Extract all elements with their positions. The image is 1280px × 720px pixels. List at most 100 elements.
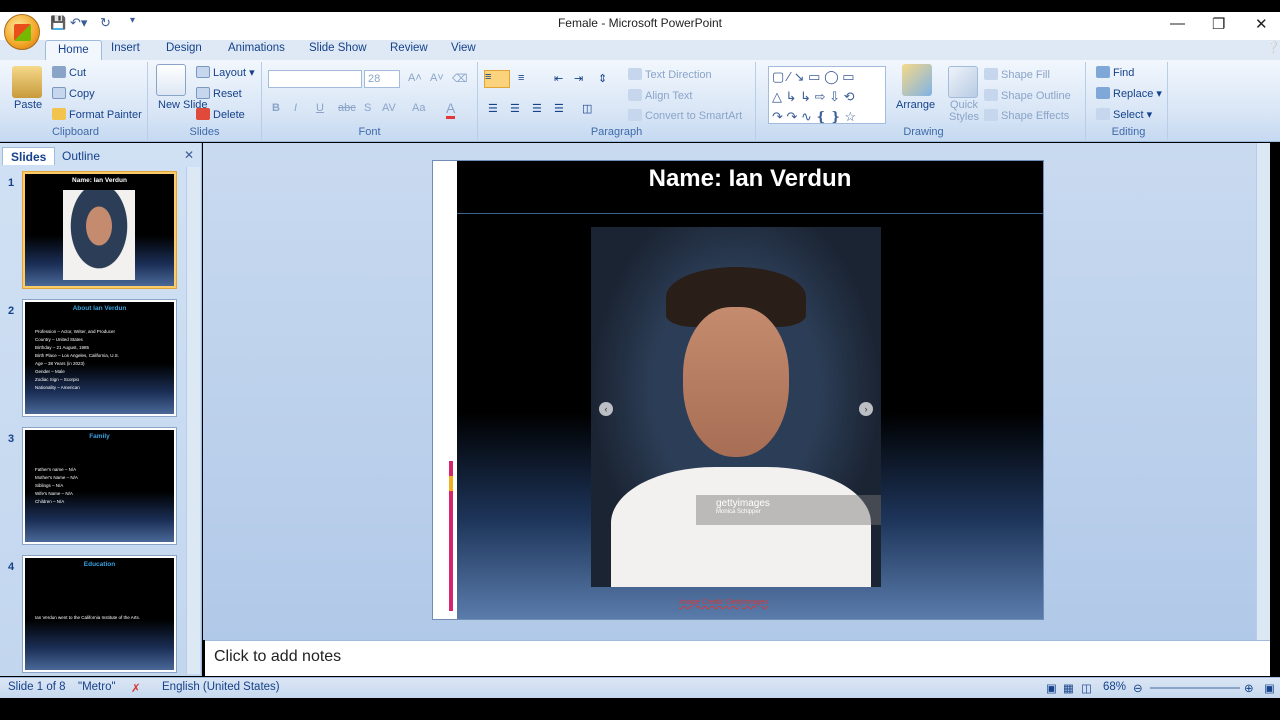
slide-thumbnail-4[interactable]: Education Ian Verdun went to the Califor… [22, 555, 177, 673]
format-painter-button[interactable]: Format Painter [52, 108, 142, 121]
align-left-button[interactable]: ☰ [488, 102, 498, 115]
align-text-button[interactable]: Align Text [628, 89, 693, 102]
select-button[interactable]: Select ▾ [1096, 108, 1152, 121]
zoom-in-icon[interactable]: ⊕ [1244, 681, 1254, 695]
bold-button[interactable]: B [272, 102, 280, 114]
layout-button[interactable]: Layout ▾ [196, 66, 255, 79]
ribbon-tabs: Home Insert Design Animations Slide Show… [0, 40, 1280, 61]
office-logo-icon [14, 24, 31, 41]
decrease-indent-button[interactable]: ⇤ [554, 72, 563, 85]
clear-formatting-icon[interactable]: ⌫ [452, 72, 468, 85]
normal-view-icon[interactable]: ▣ [1046, 681, 1057, 695]
slides-group: New Slide Layout ▾ Reset Delete Slides [148, 62, 262, 140]
text-direction-button[interactable]: Text Direction [628, 68, 712, 81]
format-painter-label: Format Painter [69, 109, 142, 121]
close-pane-icon[interactable]: ✕ [184, 148, 194, 162]
paste-button[interactable]: Paste [14, 99, 42, 111]
language[interactable]: English (United States) [162, 681, 280, 693]
slide-position: Slide 1 of 8 [8, 681, 66, 693]
shape-effects-button[interactable]: Shape Effects [984, 109, 1069, 122]
slide-sorter-icon[interactable]: ▦ [1063, 681, 1074, 695]
font-size-field[interactable]: 28 [364, 70, 400, 88]
paste-icon [12, 66, 42, 98]
font-color-button[interactable]: A [446, 100, 456, 119]
grow-font-icon[interactable]: A˄ [408, 72, 422, 84]
find-label: Find [1113, 67, 1135, 79]
italic-button[interactable]: I [294, 102, 297, 114]
slide-thumbnail-2[interactable]: About Ian Verdun Profession – Actor, Wri… [22, 299, 177, 417]
shape-fill-button[interactable]: Shape Fill [984, 68, 1050, 81]
columns-button[interactable]: ◫ [582, 102, 592, 115]
slide-thumbnail-3[interactable]: Family Father's name – N/A Mother's Name… [22, 427, 177, 545]
zoom-level[interactable]: 68% [1103, 681, 1126, 693]
status-bar: Slide 1 of 8 "Metro" ✗ English (United S… [0, 677, 1280, 698]
line-spacing-button[interactable]: ⇕ [598, 72, 607, 85]
photo-shirt [611, 467, 871, 587]
replace-button[interactable]: Replace ▾ [1096, 87, 1162, 100]
zoom-slider[interactable] [1150, 687, 1240, 689]
convert-smartart-button[interactable]: Convert to SmartArt [628, 109, 742, 122]
portrait-photo[interactable]: ‹ › gettyimages Monica Schipper [591, 227, 881, 587]
delete-button[interactable]: Delete [196, 108, 245, 121]
help-icon[interactable]: ❔ [1266, 40, 1280, 54]
customize-qat-icon[interactable]: ▾ [130, 15, 135, 33]
slides-pane-scrollbar[interactable] [186, 167, 200, 674]
main-scrollbar[interactable] [1256, 143, 1270, 640]
title-bar: Female - Microsoft PowerPoint [0, 0, 1280, 40]
arrange-button[interactable]: Arrange [896, 99, 935, 111]
tab-design[interactable]: Design [166, 42, 202, 54]
tab-view[interactable]: View [451, 42, 476, 54]
chevron-left-icon: ‹ [599, 402, 613, 416]
shape-outline-button[interactable]: Shape Outline [984, 89, 1071, 102]
tab-home[interactable]: Home [45, 40, 102, 61]
tab-animations[interactable]: Animations [228, 42, 285, 54]
align-right-button[interactable]: ☰ [532, 102, 542, 115]
underline-button[interactable]: U [316, 102, 324, 114]
slide-canvas[interactable]: Name: Ian Verdun ‹ › gettyimages Monica … [432, 160, 1044, 620]
zoom-out-icon[interactable]: ⊖ [1133, 681, 1143, 695]
delete-label: Delete [213, 109, 245, 121]
increase-indent-button[interactable]: ⇥ [574, 72, 583, 85]
undo-icon[interactable]: ↶▾ [70, 15, 87, 33]
shapes-gallery[interactable]: ▢ ∕ ↘ ▭ ◯ ▭ △ ↳ ↳ ⇨ ⇩ ⟲ ↷ ↷ ∿ ❴ ❵ ☆ [768, 66, 886, 124]
image-credit[interactable]: Image Credit: Gettyimages [679, 597, 768, 606]
numbering-button[interactable]: ≡ [518, 72, 524, 84]
close-button[interactable]: ✕ [1255, 15, 1268, 33]
cursor-icon [1096, 108, 1110, 120]
slide-show-icon[interactable]: ◫ [1081, 681, 1092, 695]
cut-button[interactable]: Cut [52, 66, 86, 79]
tab-slide-show[interactable]: Slide Show [309, 42, 367, 54]
bullets-button[interactable]: ≡ [484, 70, 510, 88]
copy-button[interactable]: Copy [52, 87, 95, 100]
slide-thumbnail-1[interactable]: Name: Ian Verdun [22, 171, 177, 289]
restore-button[interactable]: ❐ [1212, 15, 1225, 33]
tab-slides[interactable]: Slides [2, 147, 56, 165]
font-name-field[interactable] [268, 70, 362, 88]
slide-title[interactable]: Name: Ian Verdun [457, 165, 1043, 193]
fit-to-window-icon[interactable]: ▣ [1264, 681, 1275, 695]
align-center-button[interactable]: ☰ [510, 102, 520, 115]
change-case-button[interactable]: Aa [412, 102, 425, 114]
redo-icon[interactable]: ↻ [100, 15, 111, 33]
tab-review[interactable]: Review [390, 42, 428, 54]
strikethrough-button[interactable]: abc [338, 102, 356, 114]
thumbnail-bullet: Ian Verdun went to the California Instit… [35, 615, 141, 620]
tab-insert[interactable]: Insert [111, 42, 140, 54]
layout-label: Layout [213, 67, 247, 79]
thumbnail-preview: Name: Ian Verdun [25, 174, 174, 286]
shadow-button[interactable]: S [364, 102, 371, 114]
quick-styles-button[interactable]: Quick Styles [944, 99, 984, 123]
arrange-icon [902, 64, 932, 96]
reset-button[interactable]: Reset [196, 87, 242, 100]
justify-button[interactable]: ☰ [554, 102, 564, 115]
shrink-font-icon[interactable]: A˅ [430, 72, 444, 84]
character-spacing-button[interactable]: AV [382, 102, 396, 114]
office-button[interactable] [4, 14, 40, 50]
chevron-right-icon: › [859, 402, 873, 416]
minimize-button[interactable]: — [1170, 15, 1185, 32]
save-icon[interactable]: 💾 [50, 15, 66, 33]
tab-outline[interactable]: Outline [54, 147, 108, 165]
notes-pane[interactable]: Click to add notes [205, 640, 1270, 676]
spelling-check-icon[interactable]: ✗ [131, 681, 141, 695]
find-button[interactable]: Find [1096, 66, 1134, 79]
